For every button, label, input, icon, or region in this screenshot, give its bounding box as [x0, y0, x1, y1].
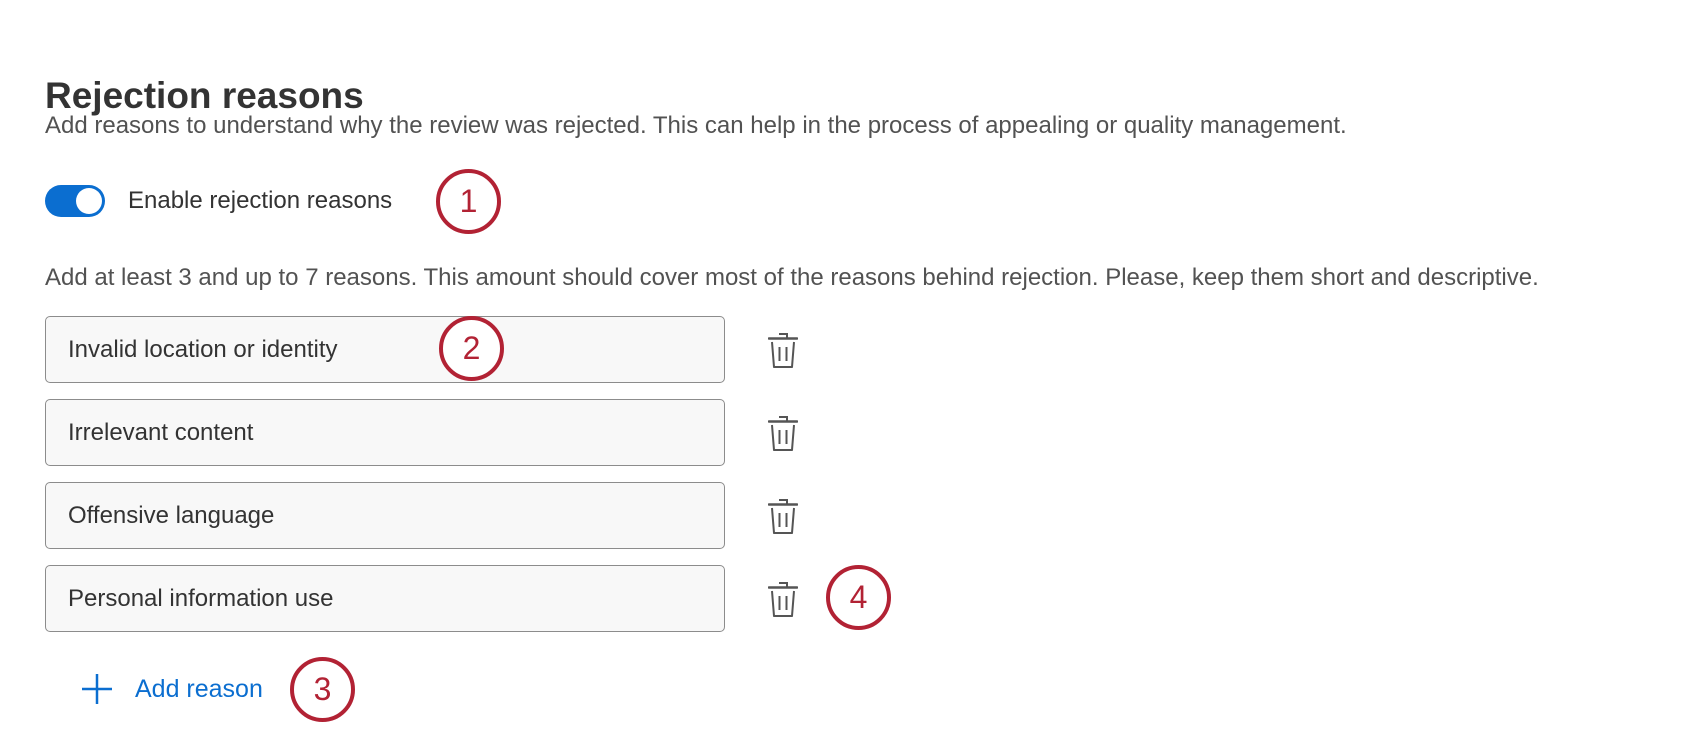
reason-input-2[interactable] [45, 399, 725, 466]
delete-reason-button-4[interactable] [765, 577, 801, 621]
callout-marker-1: 1 [436, 169, 501, 234]
delete-reason-button-1[interactable] [765, 328, 801, 372]
reason-row [45, 316, 801, 383]
reason-input-1[interactable] [45, 316, 725, 383]
plus-icon [82, 674, 112, 704]
add-reason-button[interactable]: Add reason [80, 672, 263, 706]
callout-marker-2: 2 [439, 316, 504, 381]
reason-row [45, 565, 801, 632]
enable-rejection-reasons-row: Enable rejection reasons [45, 185, 392, 217]
trash-icon [768, 581, 798, 617]
toggle-label: Enable rejection reasons [128, 187, 393, 214]
reason-row [45, 482, 801, 549]
callout-marker-3: 3 [290, 657, 355, 722]
delete-reason-button-3[interactable] [765, 494, 801, 538]
reason-input-4[interactable] [45, 565, 725, 632]
toggle-knob [76, 188, 102, 214]
trash-icon [768, 498, 798, 534]
add-reason-label: Add reason [135, 674, 263, 703]
page-title: Rejection reasons [45, 74, 364, 116]
delete-reason-button-2[interactable] [765, 411, 801, 455]
reason-row [45, 399, 801, 466]
callout-marker-4: 4 [826, 565, 891, 630]
enable-rejection-reasons-toggle[interactable] [45, 185, 105, 217]
section-description: Add reasons to understand why the review… [45, 112, 1347, 139]
reasons-hint: Add at least 3 and up to 7 reasons. This… [45, 264, 1539, 291]
reason-input-3[interactable] [45, 482, 725, 549]
trash-icon [768, 332, 798, 368]
trash-icon [768, 415, 798, 451]
